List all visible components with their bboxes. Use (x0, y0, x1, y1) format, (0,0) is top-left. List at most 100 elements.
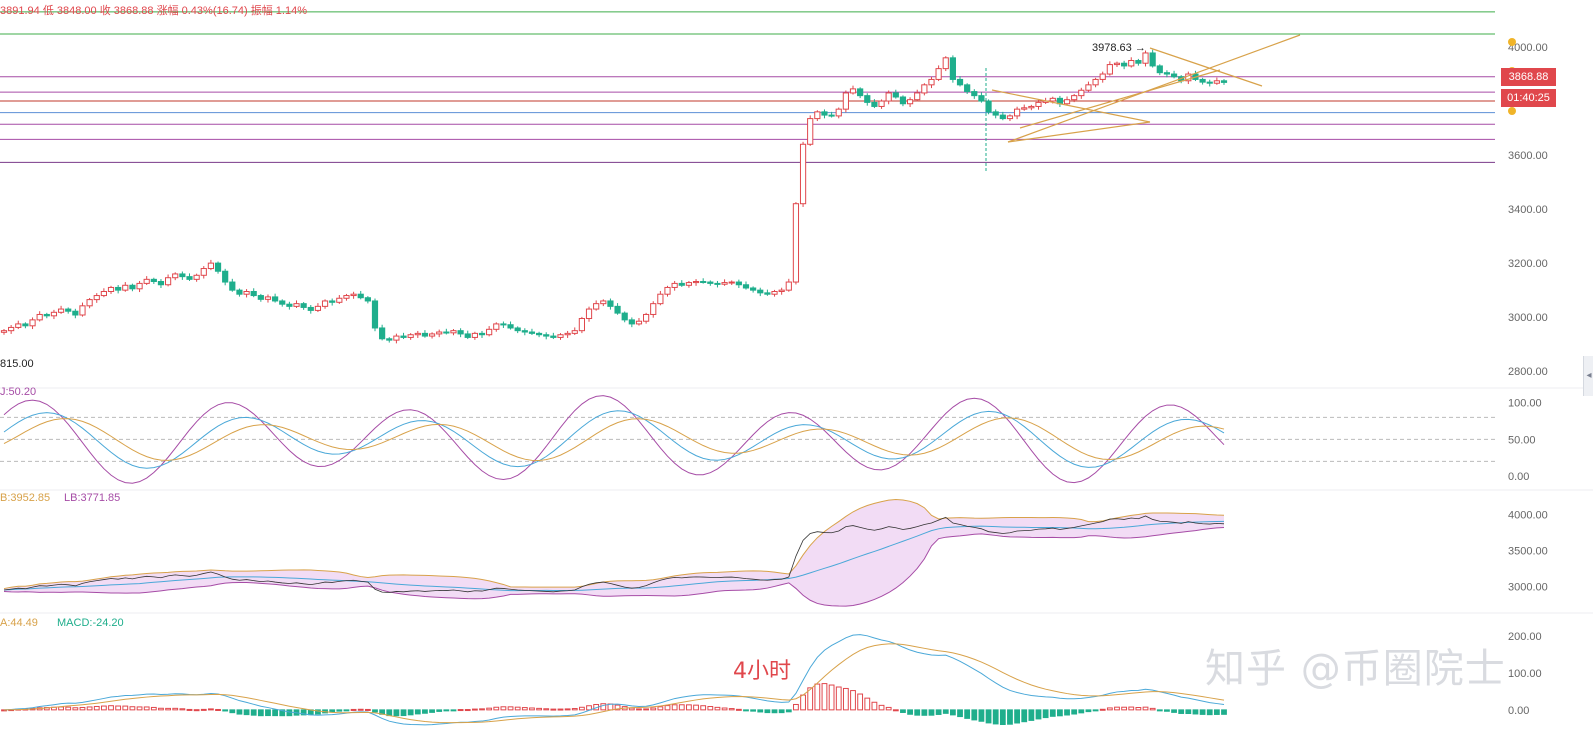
candle-body (514, 327, 521, 332)
macd-histogram-bar (58, 706, 64, 711)
macd-histogram-bar (764, 709, 771, 714)
candle-body (321, 300, 329, 307)
macd-histogram-bar (557, 708, 564, 711)
candle-body (585, 308, 593, 320)
macd-histogram-bar (65, 706, 72, 711)
candle-body (1149, 52, 1156, 67)
macd-histogram-bar (429, 709, 435, 713)
candle-body (50, 311, 58, 317)
candle-body (571, 330, 578, 334)
macd-histogram-bar (208, 708, 214, 711)
macd-histogram-bar (200, 708, 207, 711)
candle-body (279, 300, 286, 305)
macd-histogram-bar (1192, 709, 1199, 715)
macd-histogram-bar (108, 705, 114, 711)
candle-body (464, 333, 471, 338)
candle-body (892, 92, 899, 98)
macd-histogram-bar (100, 705, 107, 711)
candle-body (107, 286, 115, 292)
macd-histogram-bar (393, 709, 400, 717)
macd-histogram-bar (892, 709, 899, 712)
candle-body (371, 300, 379, 329)
macd-histogram-bar (700, 705, 707, 711)
candle-body (578, 318, 585, 332)
candle-body (985, 100, 992, 113)
macd-histogram-bar (1049, 709, 1056, 717)
candle-body (942, 57, 949, 70)
macd-histogram-bar (443, 709, 450, 712)
candle-body (878, 100, 885, 107)
alert-dot-4[interactable] (1508, 107, 1516, 115)
candle-body (143, 278, 150, 284)
macd-histogram-bar (500, 706, 507, 711)
macd-histogram-bar (336, 709, 343, 712)
candle-body (821, 111, 828, 116)
candle-body (257, 295, 264, 300)
boll-upper-label: B:3952.85 (0, 492, 51, 504)
macd-histogram-bar (86, 706, 93, 711)
macd-histogram-bar (728, 708, 735, 711)
candle-body (115, 286, 122, 291)
candle-body (664, 286, 671, 295)
macd-histogram-bar (907, 709, 913, 715)
macd-histogram-bar (714, 706, 721, 711)
macd-histogram-bar (1171, 709, 1177, 713)
candle-body (343, 295, 350, 299)
candle-body (906, 99, 914, 105)
macd-histogram-bar (735, 708, 742, 711)
candle-body (1142, 52, 1149, 64)
price-tick-label: 3400.00 (1508, 204, 1548, 216)
macd-histogram-bar (628, 707, 635, 711)
macd-histogram-bar (785, 709, 792, 713)
candle-body (1213, 80, 1220, 84)
candle-body (785, 281, 792, 291)
chart-canvas[interactable]: 4000.003800.003600.003400.003200.003000.… (0, 0, 1593, 737)
candle-body (400, 335, 407, 338)
candle-body (543, 334, 550, 337)
candle-body (899, 96, 907, 105)
macd-histogram-bar (407, 709, 414, 716)
candle-body (193, 274, 200, 280)
candle-body (828, 114, 835, 117)
alert-dot-1[interactable] (1508, 38, 1516, 46)
candle-body (528, 331, 536, 334)
candle-body (650, 303, 657, 315)
candle-body (100, 291, 107, 297)
macd-histogram-bar (265, 709, 271, 717)
macd-histogram-bar (828, 684, 835, 711)
macd-histogram-bar (507, 706, 514, 711)
candle-body (136, 282, 143, 290)
macd-histogram-bar (571, 708, 578, 711)
macd-histogram-bar (750, 709, 757, 712)
macd-histogram-bar (286, 709, 293, 717)
candle-body (1220, 80, 1228, 83)
candle-body (614, 305, 621, 314)
panel-collapse-handle[interactable]: ◂ (1583, 356, 1593, 396)
macd-histogram-bar (793, 703, 799, 711)
macd-value-label: MACD:-24.20 (57, 617, 124, 629)
candle-body (921, 84, 928, 94)
candle-body (835, 108, 842, 117)
macd-histogram-bar (250, 709, 257, 716)
macd-histogram-bar (414, 709, 421, 715)
candle-body (471, 332, 478, 338)
candle-body (36, 313, 43, 321)
candle-body (999, 114, 1006, 120)
boll-band-fill (4, 499, 1224, 607)
candle-body (550, 335, 557, 338)
candle-body (1121, 62, 1128, 67)
macd-histogram-bar (992, 709, 999, 725)
kdj-tick-label: 100.00 (1508, 398, 1542, 410)
trading-chart[interactable]: 4000.003800.003600.003400.003200.003000.… (0, 0, 1593, 737)
candle-body (1078, 89, 1085, 97)
macd-histogram-bar (79, 706, 86, 711)
macd-histogram-bar (1185, 709, 1192, 715)
macd-histogram-bar (158, 707, 164, 711)
candle-body (329, 300, 336, 303)
macd-histogram-bar (707, 706, 714, 711)
macd-histogram-bar (471, 708, 478, 711)
macd-histogram-bar (928, 709, 935, 716)
macd-histogram-bar (1071, 709, 1078, 715)
last-price-tag: 3868.88 (1501, 68, 1556, 86)
candle-body (22, 323, 29, 327)
